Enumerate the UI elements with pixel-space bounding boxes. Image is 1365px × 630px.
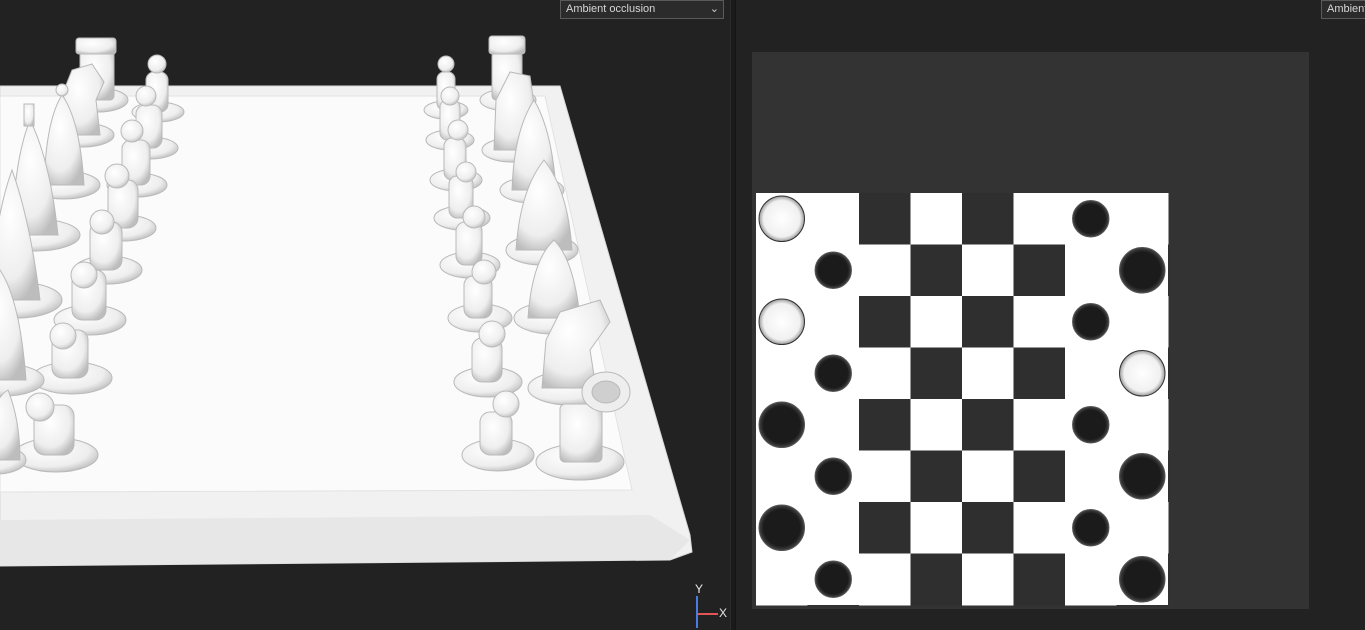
white-disc <box>758 298 805 345</box>
axis-x-label: X <box>719 606 728 620</box>
board-square <box>1065 244 1117 297</box>
board-square <box>1065 450 1117 503</box>
board-square <box>910 296 963 348</box>
axis-y-label: Y <box>695 582 704 596</box>
board-square <box>910 244 963 297</box>
board-square <box>756 553 808 606</box>
render-mode-value: Ambient occlusion <box>566 3 656 15</box>
render-mode-dropdown-right[interactable]: Ambient occlusion <box>1321 0 1365 19</box>
board-square <box>859 296 911 348</box>
white-disc <box>1119 350 1166 397</box>
board-square <box>859 502 911 554</box>
board-square <box>859 193 911 245</box>
black-disc <box>1072 406 1110 444</box>
axis-gizmo <box>696 596 718 628</box>
board-square <box>756 244 808 297</box>
render-mode-value-right: Ambient occlusion <box>1327 3 1365 15</box>
black-disc <box>758 504 805 551</box>
white-disc <box>758 195 805 242</box>
scene-render[interactable] <box>0 0 730 630</box>
board-square <box>807 502 860 554</box>
black-disc <box>758 401 805 448</box>
board-square <box>962 502 1014 554</box>
board-frame-edge <box>0 515 690 566</box>
board-square <box>962 296 1014 348</box>
board-square <box>1013 244 1066 297</box>
black-disc <box>1119 556 1166 603</box>
board-square <box>962 193 1014 245</box>
black-disc <box>814 457 852 495</box>
board-square <box>910 553 963 606</box>
black-disc <box>1119 453 1166 500</box>
black-disc <box>1119 247 1166 294</box>
black-disc <box>814 354 852 392</box>
render-mode-dropdown[interactable]: Ambient occlusion ⌄ <box>560 0 724 19</box>
board-square <box>756 347 808 400</box>
board-square <box>1065 553 1117 606</box>
board-square <box>859 450 911 503</box>
board-square <box>1013 347 1066 400</box>
board-square <box>1013 193 1066 245</box>
board-square <box>1116 502 1169 554</box>
board-square <box>1013 296 1066 348</box>
board-square <box>1065 347 1117 400</box>
board-square <box>859 244 911 297</box>
black-disc <box>814 251 852 289</box>
black-disc <box>814 560 852 598</box>
board-square <box>859 399 911 451</box>
board-square <box>1116 296 1169 348</box>
board-square <box>1013 399 1066 451</box>
board-square <box>1116 193 1169 245</box>
board-square <box>859 347 911 400</box>
board-square <box>1116 399 1169 451</box>
board-square <box>756 450 808 503</box>
board-square <box>962 244 1014 297</box>
board-square <box>807 193 860 245</box>
chevron-down-icon: ⌄ <box>709 3 719 15</box>
board-square <box>962 399 1014 451</box>
board-square <box>1013 450 1066 503</box>
board-square <box>962 347 1014 400</box>
board-square <box>962 553 1014 606</box>
board-square <box>910 450 963 503</box>
board-square <box>962 450 1014 503</box>
board-square <box>910 347 963 400</box>
texture-render[interactable] <box>736 0 1365 630</box>
board-square <box>1013 502 1066 554</box>
board-square <box>859 553 911 606</box>
board-square <box>910 399 963 451</box>
board-square <box>807 399 860 451</box>
viewport-3d[interactable]: Y X Ambient occlusion ⌄ <box>0 0 730 630</box>
board-square <box>807 296 860 348</box>
black-disc <box>1072 509 1110 547</box>
board-square <box>910 502 963 554</box>
black-disc <box>1072 303 1110 341</box>
black-disc <box>1072 200 1110 238</box>
board-square <box>910 193 963 245</box>
board-square <box>1013 553 1066 606</box>
viewport-texture[interactable]: Ambient occlusion <box>736 0 1365 630</box>
